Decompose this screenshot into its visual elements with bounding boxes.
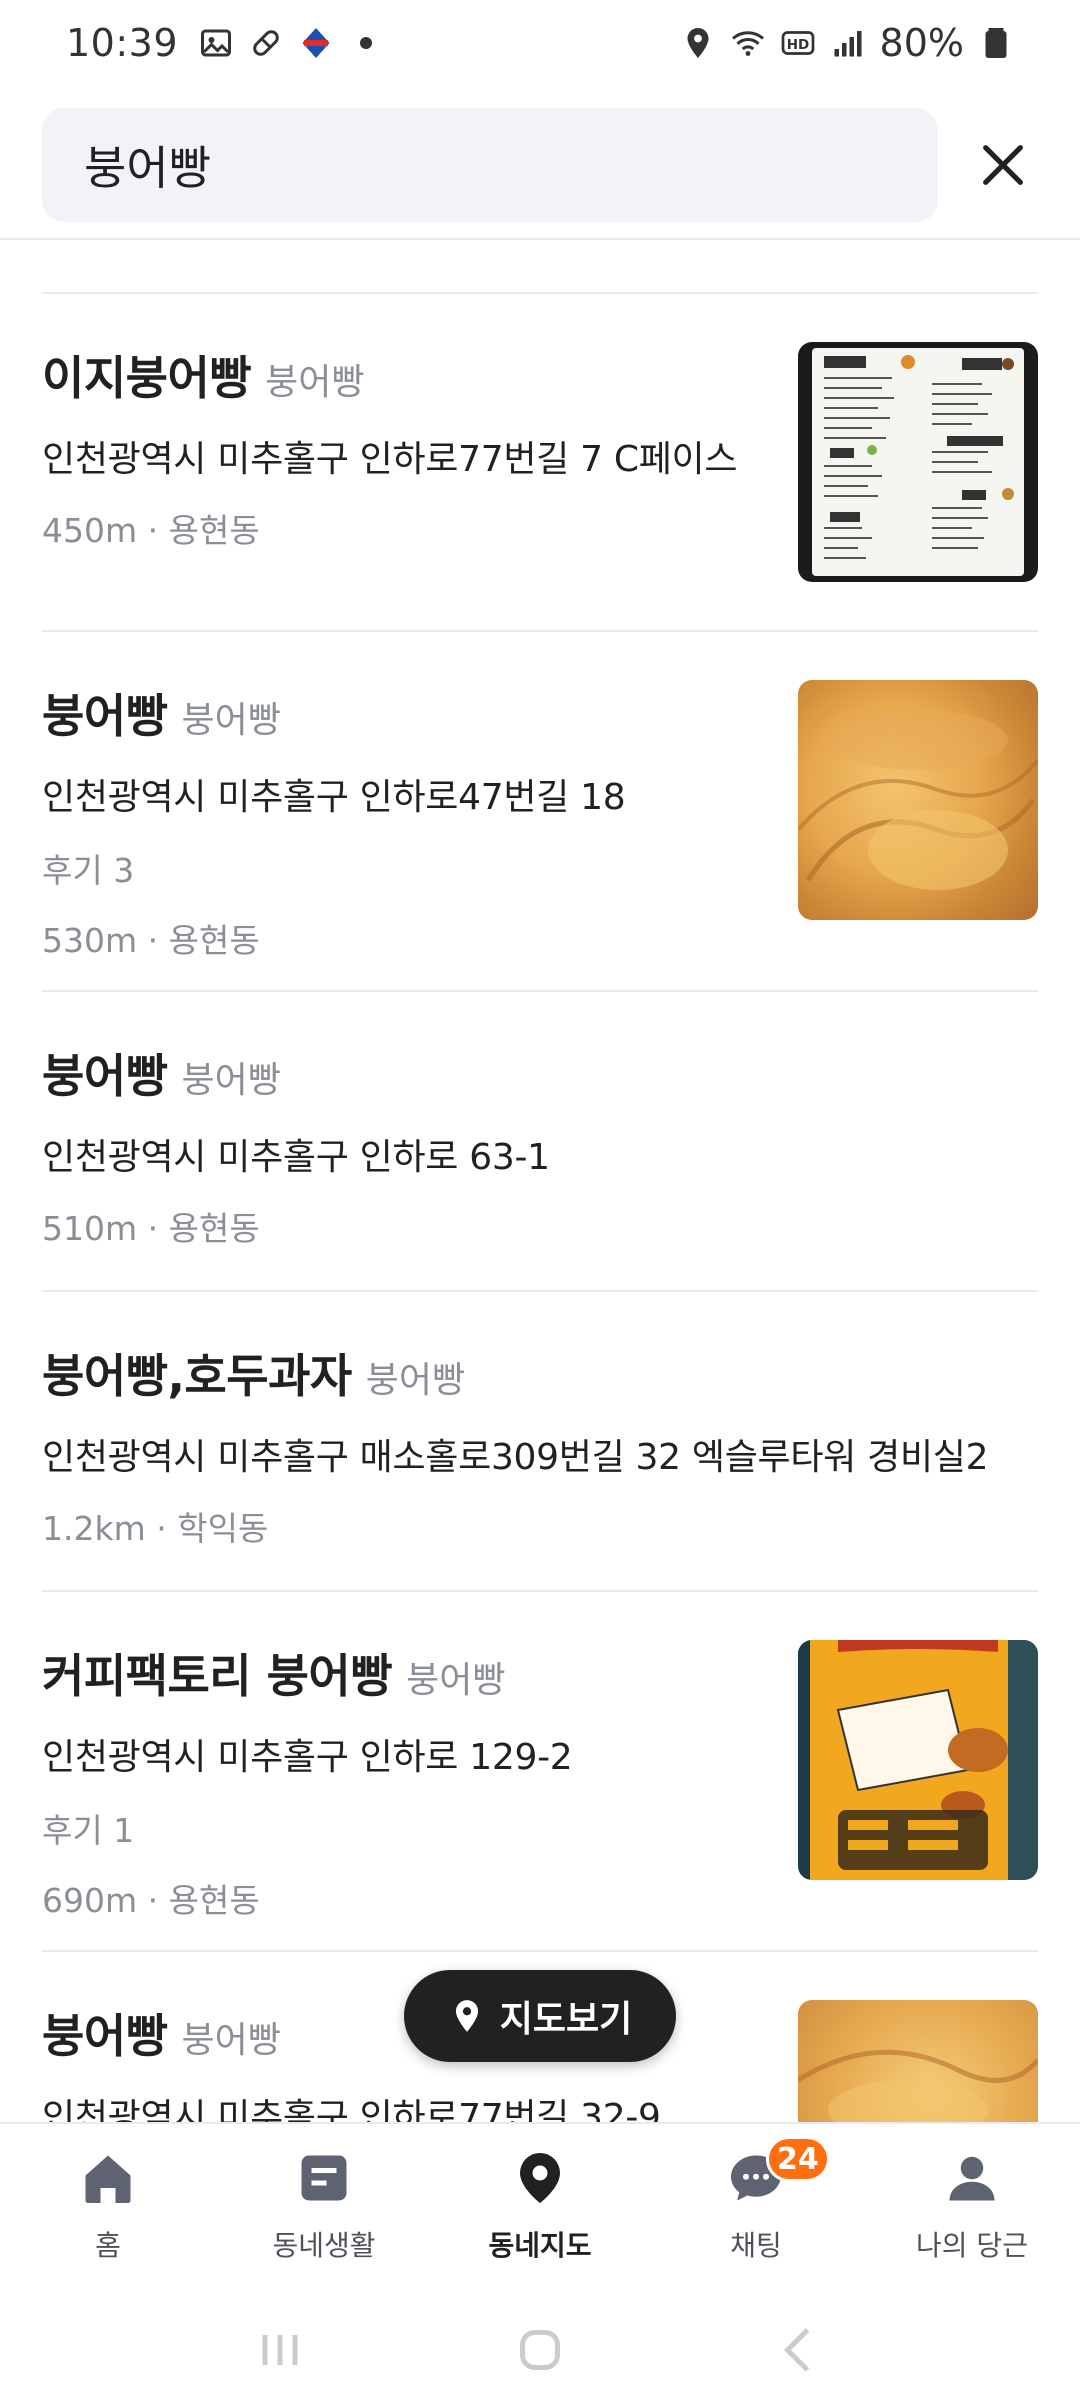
signal-icon (834, 31, 862, 57)
place-category: 붕어빵 (406, 1660, 506, 1701)
place-address: 인천광역시 미추홀구 인하로 63-1 (42, 1137, 550, 1178)
place-name: 붕어빵 (42, 2009, 168, 2063)
nav-label: 동네생활 (272, 2229, 376, 2262)
place-name: 붕어빵,호두과자 (42, 1349, 352, 1403)
place-name: 붕어빵 (42, 1049, 168, 1103)
list-item[interactable]: 이지붕어빵 붕어빵 인천광역시 미추홀구 인하로77번길 7 C페이스 450m… (42, 342, 1038, 582)
place-name: 커피팩토리 붕어빵 (42, 1649, 393, 1703)
nav-label: 동네지도 (488, 2229, 592, 2262)
list-divider (42, 630, 1038, 632)
search-input[interactable]: 붕어빵 (42, 108, 938, 222)
dot-icon (360, 37, 373, 49)
nav-home[interactable]: 홈 (0, 2124, 216, 2300)
wifi-icon (731, 31, 764, 56)
nav-label: 홈 (95, 2229, 121, 2262)
header-divider (0, 238, 1080, 240)
menu-board-illustration (824, 355, 1014, 559)
search-header: 붕어빵 (0, 108, 1080, 224)
search-query: 붕어빵 (84, 141, 211, 195)
back-icon[interactable] (770, 2320, 830, 2380)
profile-icon (949, 2156, 995, 2201)
list-divider (42, 990, 1038, 992)
nav-my-carrot[interactable]: 나의 당근 (864, 2124, 1080, 2300)
nav-community[interactable]: 동네생활 (216, 2124, 432, 2300)
battery-percent: 80% (879, 21, 964, 65)
list-divider (42, 1950, 1038, 1952)
status-left-icons (198, 25, 384, 61)
map-view-label: 지도보기 (499, 1999, 633, 2040)
list-divider (42, 1590, 1038, 1592)
close-icon (983, 145, 1023, 185)
place-distance: 690m · 용현동 (42, 1881, 260, 1920)
place-name: 이지붕어빵 (42, 351, 252, 405)
list-item[interactable]: 붕어빵 붕어빵 인천광역시 미추홀구 인하로 63-1 510m · 용현동 (42, 1040, 1038, 1248)
map-pin-icon (520, 2153, 560, 2203)
location-icon (687, 28, 709, 58)
clear-search-button[interactable] (968, 130, 1038, 200)
title-row: 붕어빵,호두과자 붕어빵 (42, 1340, 1038, 1406)
nav-label: 채팅 (730, 2229, 782, 2262)
home-icon (85, 2155, 131, 2203)
list-item[interactable]: 붕어빵,호두과자 붕어빵 인천광역시 미추홀구 매소홀로309번길 32 엑슬루… (42, 1340, 1038, 1548)
chat-badge: 24 (766, 2136, 830, 2182)
status-bar: 10:39 HD 80% (0, 0, 1080, 86)
place-thumbnail (798, 680, 1038, 920)
status-right: HD 80% (680, 21, 1014, 65)
place-address: 인천광역시 미추홀구 매소홀로309번길 32 엑슬루타워 경비실2 (42, 1437, 989, 1478)
title-row: 붕어빵 붕어빵 (42, 1040, 1038, 1106)
map-view-button[interactable]: 지도보기 (404, 1970, 676, 2062)
fish-bread-image (798, 2049, 1038, 2122)
image-icon (201, 29, 232, 57)
place-distance: 510m · 용현동 (42, 1209, 260, 1248)
app-logo-icon (302, 28, 330, 58)
community-icon (301, 2155, 347, 2201)
battery-icon (985, 28, 1007, 58)
place-thumbnail (798, 1640, 1038, 1880)
place-category: 붕어빵 (181, 700, 281, 741)
fish-bread-image (798, 710, 1038, 890)
place-category: 붕어빵 (365, 1360, 466, 1401)
place-thumbnail (798, 342, 1038, 582)
list-item[interactable]: 커피팩토리 붕어빵 붕어빵 인천광역시 미추홀구 인하로 129-2 후기 1 … (42, 1640, 1038, 1920)
list-divider (42, 292, 1038, 294)
list-divider (42, 1290, 1038, 1292)
place-thumbnail (798, 2000, 1038, 2122)
home-button-icon[interactable] (510, 2320, 570, 2380)
nav-chat[interactable]: 채팅 24 (648, 2124, 864, 2300)
place-distance: 530m · 용현동 (42, 921, 260, 960)
status-time: 10:39 (66, 21, 179, 65)
menu-board-image (812, 348, 1024, 576)
place-category: 붕어빵 (265, 362, 365, 403)
poster-image (798, 1640, 1038, 1880)
bottom-nav: 홈 동네생활 동네지도 채팅 24 나의 당근 (0, 2122, 1080, 2300)
pill-icon (253, 30, 279, 56)
nav-neighborhood-map[interactable]: 동네지도 (432, 2124, 648, 2300)
svg-text:HD: HD (786, 37, 809, 53)
place-distance: 1.2km · 학익동 (42, 1509, 269, 1548)
place-name: 붕어빵 (42, 689, 168, 743)
hd-icon: HD (781, 31, 814, 55)
system-nav (0, 2300, 1080, 2400)
list-item[interactable]: 붕어빵 붕어빵 인천광역시 미추홀구 인하로47번길 18 후기 3 530m … (42, 680, 1038, 960)
recent-apps-icon[interactable] (250, 2320, 310, 2380)
place-category: 붕어빵 (181, 2020, 281, 2061)
place-category: 붕어빵 (181, 1060, 281, 1101)
map-pin-icon (455, 2000, 478, 2032)
nav-label: 나의 당근 (916, 2229, 1028, 2262)
